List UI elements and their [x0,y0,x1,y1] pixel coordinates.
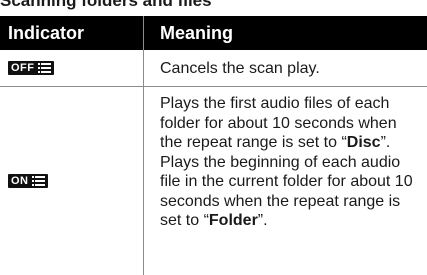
badge-label: ON [11,175,29,187]
meaning-text: ”. [380,134,391,151]
column-divider [143,16,144,275]
header-meaning: Meaning [160,23,234,43]
meaning-bold-disc: Disc [346,134,381,151]
indicator-cell: OFF [8,50,138,86]
indicator-table: Indicator Meaning OFF Cancels the scan p… [0,16,427,275]
badge-label: OFF [11,62,35,74]
meaning-cell: Plays the first audio files of each fold… [160,94,422,231]
list-icon [37,63,51,73]
table-header: Indicator Meaning [0,16,427,50]
meaning-text: ”. [257,212,268,229]
meaning-bold-folder: Folder [208,212,258,229]
indicator-cell: ON [8,87,138,275]
list-icon [31,176,45,186]
header-indicator: Indicator [8,23,85,43]
table-row: OFF Cancels the scan play. [0,50,427,87]
page-title: Scanning folders and files [0,0,212,10]
off-indicator-badge: OFF [8,61,54,75]
on-indicator-badge: ON [8,174,48,188]
table-row: ON Plays the first audio files of each f… [0,87,427,275]
meaning-text: Plays the beginning of each audio file i… [160,153,413,230]
meaning-cell: Cancels the scan play. [160,60,320,77]
